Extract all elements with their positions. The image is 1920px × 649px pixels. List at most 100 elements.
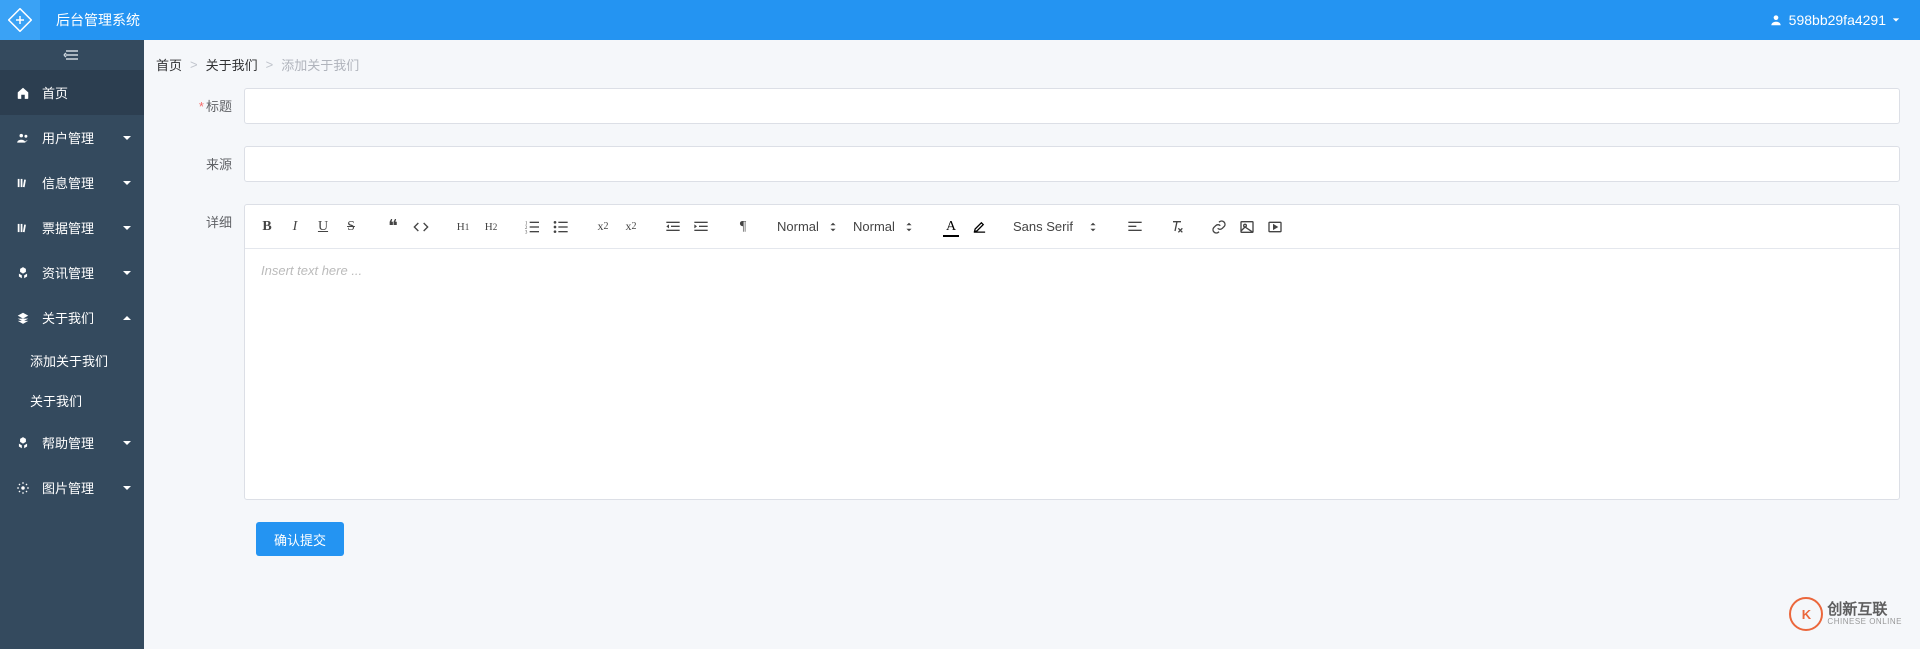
form: *标题 来源 详细 B I U S ❝ (144, 88, 1920, 566)
main-content: 首页 > 关于我们 > 添加关于我们 *标题 来源 详细 B I U (144, 40, 1920, 649)
layers-icon (16, 311, 30, 325)
required-mark: * (199, 99, 204, 114)
chevron-up-icon (122, 313, 132, 323)
codeblock-button[interactable] (407, 213, 435, 241)
blockquote-button[interactable]: ❝ (379, 213, 407, 241)
form-label-detail: 详细 (164, 204, 244, 231)
submit-button[interactable]: 确认提交 (256, 522, 344, 556)
outdent-button[interactable] (659, 213, 687, 241)
cubes-icon (16, 436, 30, 450)
header-select[interactable]: Normal (847, 219, 923, 234)
video-icon (1267, 219, 1283, 235)
sidebar: 首页 用户管理 信息管理 票据管理 资讯管理 关于我们 添加关于我们 关于我们 … (0, 40, 144, 649)
source-input[interactable] (244, 146, 1900, 182)
italic-button[interactable]: I (281, 213, 309, 241)
indent-icon (693, 219, 709, 235)
sidebar-subitem-label: 添加关于我们 (30, 351, 108, 370)
breadcrumb: 首页 > 关于我们 > 添加关于我们 (144, 40, 1920, 88)
bg-color-button[interactable] (965, 213, 993, 241)
chevron-down-icon (122, 223, 132, 233)
indent-button[interactable] (687, 213, 715, 241)
form-label-title: *标题 (164, 88, 244, 115)
gear-icon (16, 481, 30, 495)
collapse-icon (63, 48, 81, 62)
sidebar-item-label: 用户管理 (42, 128, 122, 147)
books-icon (16, 221, 30, 235)
title-input[interactable] (244, 88, 1900, 124)
bold-button[interactable]: B (253, 213, 281, 241)
link-button[interactable] (1205, 213, 1233, 241)
sidebar-subitem-about[interactable]: 关于我们 (0, 380, 144, 420)
header1-button[interactable]: H1 (449, 213, 477, 241)
chevron-down-icon (122, 438, 132, 448)
logo (0, 0, 40, 40)
sidebar-item-home[interactable]: 首页 (0, 70, 144, 115)
sidebar-item-about-us[interactable]: 关于我们 (0, 295, 144, 340)
clear-format-button[interactable] (1163, 213, 1191, 241)
bullet-list-button[interactable] (547, 213, 575, 241)
sidebar-item-label: 图片管理 (42, 478, 122, 497)
color-underline (943, 235, 959, 237)
sidebar-item-image-manage[interactable]: 图片管理 (0, 465, 144, 510)
strike-button[interactable]: S (337, 213, 365, 241)
sidebar-item-user-manage[interactable]: 用户管理 (0, 115, 144, 160)
logo-icon (8, 8, 32, 32)
underline-button[interactable]: U (309, 213, 337, 241)
chevron-down-icon (122, 268, 132, 278)
bullet-list-icon (553, 219, 569, 235)
cubes-icon (16, 266, 30, 280)
header2-button[interactable]: H2 (477, 213, 505, 241)
top-bar: 后台管理系统 598bb29fa4291 (0, 0, 1920, 40)
sidebar-item-label: 资讯管理 (42, 263, 122, 282)
code-icon (413, 219, 429, 235)
align-icon (1127, 219, 1143, 235)
link-icon (1211, 219, 1227, 235)
sidebar-subitem-add-about[interactable]: 添加关于我们 (0, 340, 144, 380)
user-menu[interactable]: 598bb29fa4291 (1769, 12, 1900, 28)
ordered-list-button[interactable]: 123 (519, 213, 547, 241)
sidebar-item-help-manage[interactable]: 帮助管理 (0, 420, 144, 465)
breadcrumb-item[interactable]: 首页 (156, 55, 182, 74)
updown-icon (1089, 221, 1097, 233)
video-button[interactable] (1261, 213, 1289, 241)
ordered-list-icon: 123 (525, 219, 541, 235)
updown-icon (905, 221, 913, 233)
subscript-button[interactable]: x2 (589, 213, 617, 241)
sidebar-item-label: 票据管理 (42, 218, 122, 237)
chevron-down-icon (122, 133, 132, 143)
sidebar-collapse-button[interactable] (0, 40, 144, 70)
text-color-button[interactable]: A (937, 213, 965, 241)
outdent-icon (665, 219, 681, 235)
superscript-button[interactable]: x2 (617, 213, 645, 241)
size-select[interactable]: Normal (771, 219, 847, 234)
image-button[interactable] (1233, 213, 1261, 241)
form-row-source: 来源 (164, 146, 1900, 182)
chevron-down-icon (122, 178, 132, 188)
direction-button[interactable]: ¶ (729, 213, 757, 241)
sidebar-item-ticket-manage[interactable]: 票据管理 (0, 205, 144, 250)
watermark: K 创新互联 CHINESE ONLINE (1789, 597, 1902, 631)
users-icon (16, 131, 30, 145)
sidebar-item-info-manage[interactable]: 信息管理 (0, 160, 144, 205)
breadcrumb-item[interactable]: 关于我们 (206, 55, 258, 74)
breadcrumb-current: 添加关于我们 (281, 55, 359, 74)
align-button[interactable] (1121, 213, 1149, 241)
home-icon (16, 86, 30, 100)
breadcrumb-sep: > (266, 57, 274, 72)
books-icon (16, 176, 30, 190)
form-row-submit: 确认提交 (164, 522, 1900, 556)
sidebar-item-label: 信息管理 (42, 173, 122, 192)
sidebar-item-news-manage[interactable]: 资讯管理 (0, 250, 144, 295)
sidebar-item-label: 关于我们 (42, 308, 122, 327)
svg-text:3: 3 (525, 230, 528, 234)
clear-format-icon (1169, 219, 1185, 235)
breadcrumb-sep: > (190, 57, 198, 72)
rich-editor: B I U S ❝ H1 H2 123 x2 (244, 204, 1900, 500)
editor-toolbar: B I U S ❝ H1 H2 123 x2 (245, 205, 1899, 249)
sidebar-item-label: 帮助管理 (42, 433, 122, 452)
editor-body[interactable]: Insert text here ... (245, 249, 1899, 494)
sidebar-submenu-about: 添加关于我们 关于我们 (0, 340, 144, 420)
system-name: 后台管理系统 (56, 10, 140, 30)
font-select[interactable]: Sans Serif (1007, 219, 1107, 234)
watermark-sub: CHINESE ONLINE (1827, 617, 1902, 626)
